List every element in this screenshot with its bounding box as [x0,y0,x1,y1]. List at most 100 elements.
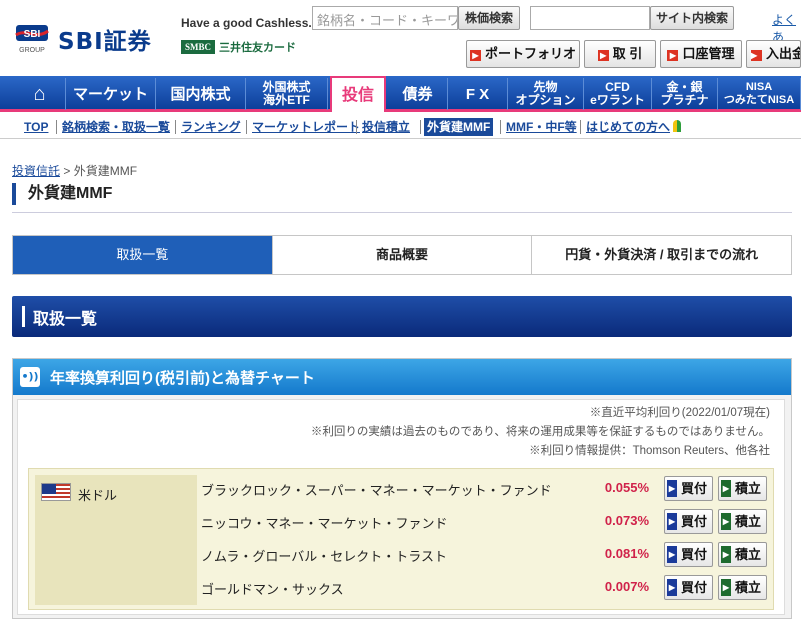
nav-market[interactable]: マーケット [66,78,156,110]
portfolio-label: ポートフォリオ [484,46,576,61]
logo-text: SBI証券 [58,29,152,55]
fund-yield: 0.073% [604,513,649,528]
nav-bonds[interactable]: 債券 [388,78,448,110]
subnav-market-report[interactable]: マーケットレポート [252,118,360,136]
tagline: Have a good Cashless. [181,16,312,30]
arrow-right-icon: ▶ [597,50,609,61]
smbc-mark: SMBC [181,40,216,54]
play-icon: ▶ [721,579,731,596]
subnav-divider [356,120,357,134]
logo-mark-text: SBI [24,29,41,40]
buy-button[interactable]: ▶ 買付 [664,575,713,600]
currency-cell: 米ドル [35,475,197,605]
play-icon: ▶ [667,579,677,596]
breadcrumb-current: 外貨建MMF [73,164,138,178]
fund-name: ゴールドマン・サックス [201,582,344,597]
accumulate-button[interactable]: ▶ 積立 [718,509,767,534]
content-tabs: 取扱一覧 商品概要 円貨・外貨決済 / 取引までの流れ [12,235,792,275]
breadcrumb: 投資信託 > 外貨建MMF [12,162,137,179]
account-label: 口座管理 [682,46,735,61]
nav-fx[interactable]: F X [448,78,508,110]
accumulate-button[interactable]: ▶ 積立 [718,542,767,567]
nav-investment-trusts[interactable]: 投信 [330,76,386,112]
nav-cfd-ewarrant[interactable]: CFD eワラント [584,78,652,110]
disclaimer-note: ※利回りの実績は過去のものであり、将来の運用成果等を保証するものではありません。 [310,426,770,438]
accumulate-button[interactable]: ▶ 積立 [718,476,767,501]
deposit-label: 入出金 [766,46,800,61]
accumulate-label: 積立 [734,580,761,595]
nav-futures-options[interactable]: 先物 オプション [508,78,584,110]
buy-label: 買付 [680,514,707,529]
page-title: 外貨建MMF [12,183,112,205]
tab-settlement-flow[interactable]: 円貨・外貨決済 / 取引までの流れ [532,236,792,274]
accumulate-button[interactable]: ▶ 積立 [718,575,767,600]
site-search-button[interactable]: サイト内検索 [650,6,734,30]
panel-body: ※直近平均利回り(2022/01/07現在) ※利回りの実績は過去のものであり、… [17,399,785,615]
buy-button[interactable]: ▶ 買付 [664,509,713,534]
subnav-mmf-mrf[interactable]: MMF・中F等 [506,118,577,136]
panel-header: •)) 年率換算利回り(税引前)と為替チャート [13,359,791,395]
buy-button[interactable]: ▶ 買付 [664,542,713,567]
accumulate-label: 積立 [734,481,761,496]
buy-label: 買付 [680,580,707,595]
stock-search-button[interactable]: 株価検索 [458,6,520,30]
play-icon: ▶ [721,546,731,563]
buy-label: 買付 [680,547,707,562]
audio-icon: •)) [20,367,40,387]
nav-home[interactable]: ⌂ [14,78,66,110]
trade-button[interactable]: ▶ 取 引 [584,40,656,68]
subnav-divider [175,120,176,134]
subnav-ranking[interactable]: ランキング [181,118,241,136]
accumulate-label: 積立 [734,547,761,562]
nav-domestic-stocks[interactable]: 国内株式 [156,78,246,110]
smbc-partner-logo[interactable]: SMBC 三井住友カード [181,38,296,56]
fund-name: ノムラ・グローバル・セレクト・トラスト [201,549,447,564]
section-title: 取扱一覧 [33,311,98,328]
main-nav: ⌂ マーケット 国内株式 外国株式 海外ETF 投信 債券 F X 先物 オプシ… [0,76,801,112]
yield-date-note: ※直近平均利回り(2022/01/07現在) [589,407,770,419]
nav-foreign-stocks[interactable]: 外国株式 海外ETF [246,78,328,110]
subnav-divider [246,120,247,134]
tab-product-overview[interactable]: 商品概要 [272,236,533,274]
trade-label: 取 引 [612,46,643,61]
breadcrumb-parent-link[interactable]: 投資信託 [12,164,60,178]
subnav-beginners[interactable]: はじめての方へ [586,118,682,136]
arrow-right-icon: ▶ [469,50,481,61]
fund-row: ブラックロック・スーパー・マネー・マーケット・ファンド 0.055% ▶ 買付 ▶… [197,472,775,505]
fund-row: ノムラ・グローバル・セレクト・トラスト 0.081% ▶ 買付 ▶ 積立 [197,538,775,571]
home-icon: ⌂ [33,82,46,105]
arrow-right-icon: ▶ [751,50,762,61]
beginner-leaf-icon [673,120,682,132]
nav-nisa[interactable]: NISA つみたてNISA [718,78,801,110]
flag-canton [42,484,56,494]
nav-precious-metals[interactable]: 金・銀 プラチナ [652,78,718,110]
stock-search-input[interactable]: 銘柄名・コード・キーワード [312,6,458,30]
subnav-fund-accumulation[interactable]: 投信積立 [362,118,410,136]
deposit-button[interactable]: ▶ 入出金 [746,40,801,68]
breadcrumb-separator: > [60,164,74,178]
fund-row: ゴールドマン・サックス 0.007% ▶ 買付 ▶ 積立 [197,571,775,604]
account-button[interactable]: ▶ 口座管理 [660,40,742,68]
play-icon: ▶ [721,480,731,497]
sbi-logo-mark-icon: SBI GROUP [15,25,49,54]
site-header: SBI GROUP SBI証券 Have a good Cashless. SM… [0,0,801,76]
tab-product-list[interactable]: 取扱一覧 [13,236,273,274]
sbi-logo[interactable]: SBI GROUP SBI証券 [14,18,164,58]
site-search-input[interactable] [530,6,650,30]
beginners-label: はじめての方へ [586,120,671,134]
smbc-name: 三井住友カード [219,42,297,54]
subnav-divider [580,120,581,134]
subnav-fund-search[interactable]: 銘柄検索・取扱一覧 [62,118,170,136]
section-header: 取扱一覧 [12,296,792,337]
us-flag-icon [41,483,71,501]
portfolio-button[interactable]: ▶ ポートフォリオ [466,40,580,68]
subnav-top[interactable]: TOP [24,118,48,136]
sub-nav: TOP 銘柄検索・取扱一覧 ランキング マーケットレポート 投信積立 外貨建MM… [0,115,801,139]
subnav-foreign-mmf[interactable]: 外貨建MMF [424,118,494,136]
subnav-divider [56,120,57,134]
panel-title: 年率換算利回り(税引前)と為替チャート [50,370,315,387]
buy-button[interactable]: ▶ 買付 [664,476,713,501]
fund-name: ブラックロック・スーパー・マネー・マーケット・ファンド [201,483,552,498]
logo-sub-text: GROUP [19,47,45,54]
fund-yield: 0.055% [604,480,649,495]
